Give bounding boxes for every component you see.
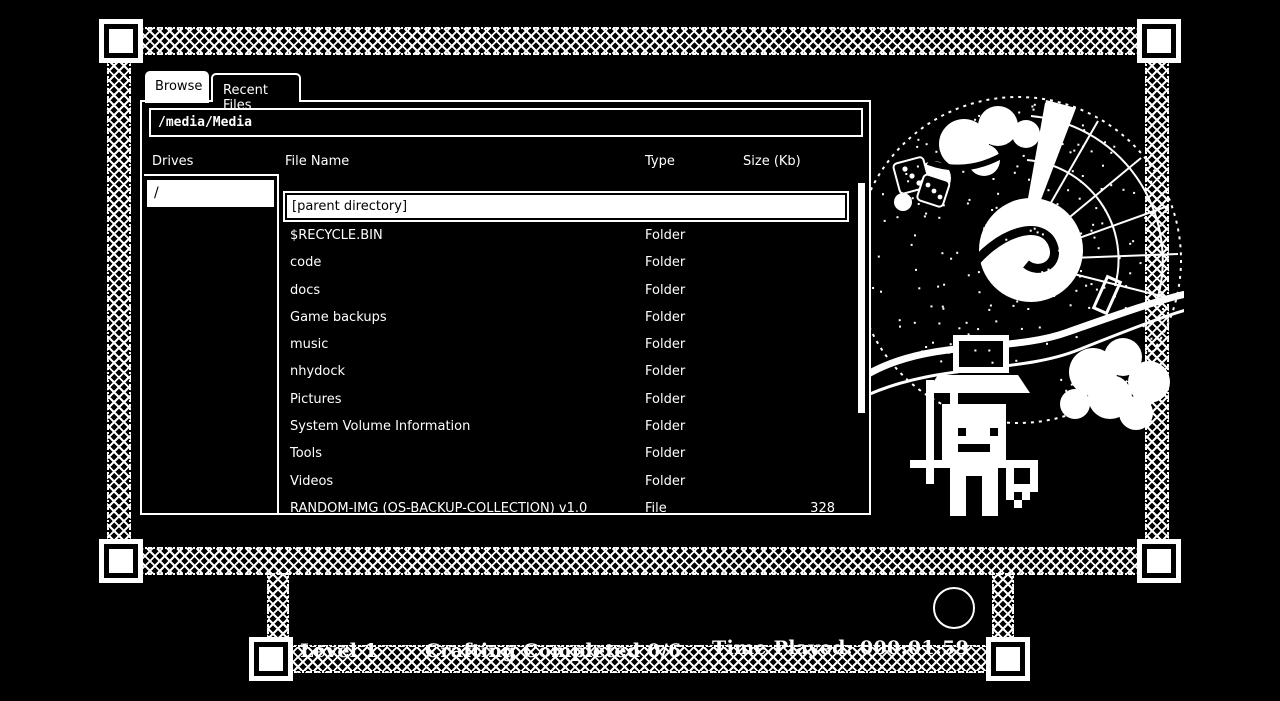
file-type: Folder <box>645 337 685 352</box>
file-name: Tools <box>290 446 322 461</box>
tab-browse[interactable]: Browse <box>145 71 209 103</box>
file-row[interactable]: [parent directory] <box>283 191 849 222</box>
file-name: RANDOM-IMG (OS-BACKUP-COLLECTION) v1.0 <box>290 501 587 513</box>
file-row[interactable]: System Volume Information Folder <box>283 414 849 441</box>
file-list: [parent directory]$RECYCLE.BINFoldercode… <box>283 191 849 513</box>
frame-band-left <box>107 45 131 557</box>
file-row[interactable]: $RECYCLE.BIN Folder <box>283 223 849 250</box>
file-type: Folder <box>645 446 685 461</box>
column-header-drives: Drives <box>152 154 193 169</box>
file-type: Folder <box>645 228 685 243</box>
file-type: Folder <box>645 310 685 325</box>
file-name: code <box>290 255 321 270</box>
file-type: Folder <box>645 474 685 489</box>
scrollbar-thumb[interactable] <box>858 183 865 413</box>
crafting-label: Crafting Completed 0/6 <box>425 639 682 663</box>
frame-rivet-bottom-right <box>1137 539 1181 583</box>
frame-rivet-bottom-left <box>99 539 143 583</box>
file-browser-dialog: Drives File Name Type Size (Kb) / [paren… <box>140 100 871 515</box>
file-name: music <box>290 337 328 352</box>
game-screen: Browse Recent Files Drives File Name Typ… <box>0 0 1280 701</box>
hud-band-right <box>992 573 1014 641</box>
hud-rivet-left <box>249 637 293 681</box>
hud-time-date: Time Played: 000:01:59 Spring 01 Year 00… <box>712 588 969 701</box>
file-row[interactable]: code Folder <box>283 250 849 277</box>
file-name: Game backups <box>290 310 387 325</box>
file-size: 328 <box>810 501 835 513</box>
file-name: docs <box>290 283 320 298</box>
file-name: System Volume Information <box>290 419 470 434</box>
file-type: Folder <box>645 255 685 270</box>
time-played-label: Time Played: 000:01:59 <box>712 636 969 660</box>
file-name: [parent directory] <box>292 199 407 214</box>
file-row[interactable]: docs Folder <box>283 278 849 305</box>
column-header-type: Type <box>645 154 675 169</box>
file-type: Folder <box>645 419 685 434</box>
file-row[interactable]: Tools Folder <box>283 441 849 468</box>
file-name: Videos <box>290 474 333 489</box>
frame-rivet-top-right <box>1137 19 1181 63</box>
hud-crafting-items: Crafting Completed 0/6 Items Held: 74 <box>425 591 682 701</box>
file-name: $RECYCLE.BIN <box>290 228 383 243</box>
hud-rivet-right <box>986 637 1030 681</box>
column-header-file-name: File Name <box>285 154 349 169</box>
file-row[interactable]: Game backups Folder <box>283 305 849 332</box>
file-type: Folder <box>645 364 685 379</box>
level-label: Level 1 <box>300 639 380 663</box>
file-row[interactable]: Videos Folder <box>283 469 849 496</box>
drives-list: / <box>144 174 279 513</box>
frame-band-top <box>121 27 1159 55</box>
tab-recent-files[interactable]: Recent Files <box>211 73 301 102</box>
file-type: Folder <box>645 283 685 298</box>
file-row[interactable]: Pictures Folder <box>283 387 849 414</box>
frame-band-bottom <box>121 547 1159 575</box>
file-type: File <box>645 501 667 513</box>
frame-rivet-top-left <box>99 19 143 63</box>
file-row[interactable]: nhydock Folder <box>283 359 849 386</box>
file-name: Pictures <box>290 392 341 407</box>
column-header-size: Size (Kb) <box>743 154 801 169</box>
file-type: Folder <box>645 392 685 407</box>
hud-band-left <box>267 573 289 641</box>
player-sprite <box>902 380 1048 526</box>
drive-row[interactable]: / <box>147 180 274 207</box>
file-row[interactable]: RANDOM-IMG (OS-BACKUP-COLLECTION) v1.0 Fi… <box>283 496 849 513</box>
path-input[interactable] <box>149 108 863 137</box>
file-name: nhydock <box>290 364 345 379</box>
moon-phase-icon <box>933 587 975 629</box>
file-row[interactable]: music Folder <box>283 332 849 359</box>
hud-level-hp: Level 1 HP: 10 <box>300 591 380 701</box>
